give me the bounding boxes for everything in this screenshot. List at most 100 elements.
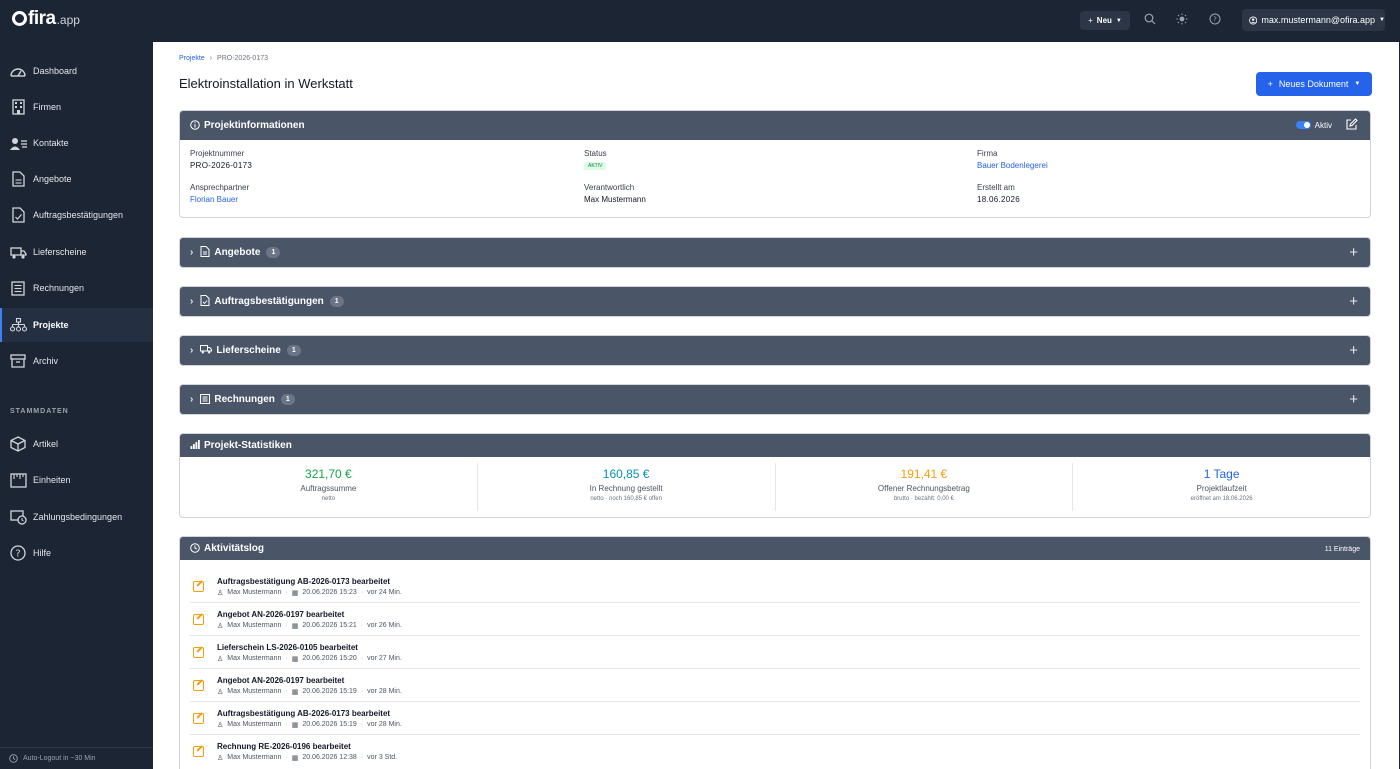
user-circle-icon (1249, 15, 1258, 25)
add-icon[interactable]: + (1349, 293, 1358, 310)
project-tree-icon (9, 316, 27, 334)
activity-ago: vor 3 Std. (367, 754, 398, 761)
contact-link[interactable]: Florian Bauer (190, 195, 570, 204)
meta-separator: · (360, 754, 364, 761)
sidebar-item-label: Rechnungen (33, 283, 85, 293)
section-lieferscheine[interactable]: › Lieferscheine 1 + (179, 335, 1371, 366)
logo-tld: .app (56, 13, 80, 27)
add-icon[interactable]: + (1349, 391, 1358, 408)
activity-user: Max Mustermann (227, 754, 282, 761)
activity-row-title: Auftragsbestätigung AB-2026-0173 bearbei… (217, 709, 391, 718)
sidebar-item-archiv[interactable]: Archiv (0, 344, 153, 378)
activity-ago: vor 28 Min. (367, 688, 402, 695)
breadcrumb-root-link[interactable]: Projekte (179, 55, 205, 62)
section-angebote[interactable]: › Angebote 1 + (179, 237, 1371, 268)
toggle-switch[interactable] (1295, 121, 1311, 130)
sidebar-item-dashboard[interactable]: Dashboard (0, 54, 153, 88)
sidebar-item-label: Archiv (33, 356, 59, 366)
add-icon[interactable]: + (1349, 244, 1358, 261)
activity-row-title: Auftragsbestätigung AB-2026-0173 bearbei… (217, 577, 391, 586)
sidebar-item-kontakte[interactable]: Kontakte (0, 126, 153, 160)
field-responsible: Verantwortlich Max Mustermann (584, 183, 964, 204)
calendar-icon: ▦ (291, 722, 299, 729)
sidebar-item-projekte[interactable]: Projekte (0, 308, 153, 342)
stats-header: Projekt-Statistiken (180, 434, 1370, 457)
sidebar-item-firmen[interactable]: Firmen (0, 90, 153, 124)
calendar-icon: ▦ (291, 755, 299, 762)
plus-icon: + (1088, 16, 1093, 25)
app-logo[interactable]: fira .app (12, 8, 80, 32)
user-menu-button[interactable]: max.mustermann@ofira.app ▼ (1242, 9, 1385, 31)
logo-o-icon (12, 11, 27, 26)
breadcrumb-current: PRO-2026-0173 (217, 55, 269, 62)
section-auftragsbestaetigungen[interactable]: › Auftragsbestätigungen 1 + (179, 286, 1371, 317)
add-icon[interactable]: + (1349, 342, 1358, 359)
field-project-number: Projektnummer PRO-2026-0173 (190, 149, 570, 170)
stats-row: 321,70 € Auftragssumme netto 160,85 € In… (180, 457, 1370, 517)
box-icon (9, 435, 27, 453)
active-toggle[interactable]: Aktiv (1295, 121, 1332, 130)
truck-icon (9, 243, 27, 261)
top-bar: fira .app + Neu ▼ ? max.mustermann@ofira… (0, 0, 1400, 42)
meta-separator: · (285, 721, 288, 728)
chevron-right-icon[interactable]: › (190, 394, 193, 405)
archive-icon (9, 352, 27, 370)
meta-separator: · (285, 688, 288, 695)
invoice-icon (200, 393, 211, 406)
sidebar-item-hilfe[interactable]: ? Hilfe (0, 536, 153, 570)
section-header[interactable]: › Angebote 1 + (180, 238, 1370, 267)
calendar-icon: ▦ (291, 656, 299, 663)
chevron-right-icon[interactable]: › (190, 247, 193, 258)
sidebar-item-rechnungen[interactable]: Rechnungen (0, 271, 153, 305)
activity-date: 20.06.2026 15:20 (302, 655, 357, 662)
stat-label: Offener Rechnungsbetrag (877, 484, 970, 493)
activity-user: Max Mustermann (227, 622, 282, 629)
user-email: max.mustermann@ofira.app (1261, 15, 1376, 25)
sidebar-item-artikel[interactable]: Artikel (0, 427, 153, 461)
document-icon (9, 170, 27, 188)
edit-note-icon (193, 680, 204, 691)
sidebar-item-angebote[interactable]: Angebote (0, 162, 153, 196)
section-rechnungen[interactable]: › Rechnungen 1 + (179, 384, 1371, 415)
search-icon[interactable] (1143, 13, 1157, 27)
sidebar-item-zahlungsbedingungen[interactable]: Zahlungsbedingungen (0, 500, 153, 534)
field-company: Firma Bauer Bodenlegerei (977, 149, 1357, 170)
activity-row-meta: ♙ Max Mustermann · ▦ 20.06.2026 15:19 · vor 28… (217, 721, 402, 729)
activity-ago: vor 28 Min. (367, 721, 402, 728)
theme-sun-icon[interactable] (1175, 13, 1189, 27)
stat-sub: netto · noch 160,85 € offen (590, 496, 662, 502)
activity-row-meta: ♙ Max Mustermann · ▦ 20.06.2026 15:23 · vor 24… (217, 589, 402, 597)
help-circle-icon[interactable]: ? (1208, 13, 1222, 27)
sidebar-item-auftragsbestaetigungen[interactable]: Auftragsbestätigungen (0, 198, 153, 232)
sidebar-item-label: Firmen (33, 102, 62, 112)
edit-icon[interactable] (1346, 118, 1358, 132)
section-header[interactable]: › Auftragsbestätigungen 1 + (180, 287, 1370, 316)
sidebar: Dashboard Firmen Kontakte Angebote Auftr… (0, 42, 153, 769)
project-info-header: Projektinformationen Aktiv (180, 111, 1370, 140)
field-value: Max Mustermann (584, 195, 646, 204)
sidebar-item-lieferscheine[interactable]: Lieferscheine (0, 235, 153, 269)
user-icon: ♙ (217, 656, 224, 663)
section-header[interactable]: › Rechnungen 1 + (180, 385, 1370, 414)
chevron-right-icon[interactable]: › (190, 345, 193, 356)
meta-separator: · (360, 721, 364, 728)
project-info-actions: Aktiv (1295, 118, 1358, 132)
meta-separator: · (360, 622, 364, 629)
dashboard-icon (9, 62, 27, 80)
svg-text:?: ? (15, 549, 20, 560)
new-document-button[interactable]: + Neues Dokument ▼ (1256, 72, 1372, 96)
activity-row: Auftragsbestätigung AB-2026-0173 bearbei… (190, 702, 1360, 735)
company-link[interactable]: Bauer Bodenlegerei (977, 161, 1357, 170)
user-icon: ♙ (217, 722, 224, 729)
auto-logout-text: Auto-Logout in ~30 Min (23, 755, 96, 762)
sidebar-item-einheiten[interactable]: Einheiten (0, 463, 153, 497)
clock-icon (9, 754, 18, 763)
chevron-right-icon[interactable]: › (190, 296, 193, 307)
activity-list: Auftragsbestätigung AB-2026-0173 bearbei… (180, 560, 1370, 768)
svg-text:?: ? (1213, 16, 1217, 24)
activity-row-meta: ♙ Max Mustermann · ▦ 20.06.2026 12:38 · vor 3 … (217, 754, 397, 762)
section-header[interactable]: › Lieferscheine 1 + (180, 336, 1370, 365)
status-badge: AKTIV (584, 162, 607, 170)
new-button[interactable]: + Neu ▼ (1080, 11, 1130, 30)
help-icon: ? (9, 544, 27, 562)
